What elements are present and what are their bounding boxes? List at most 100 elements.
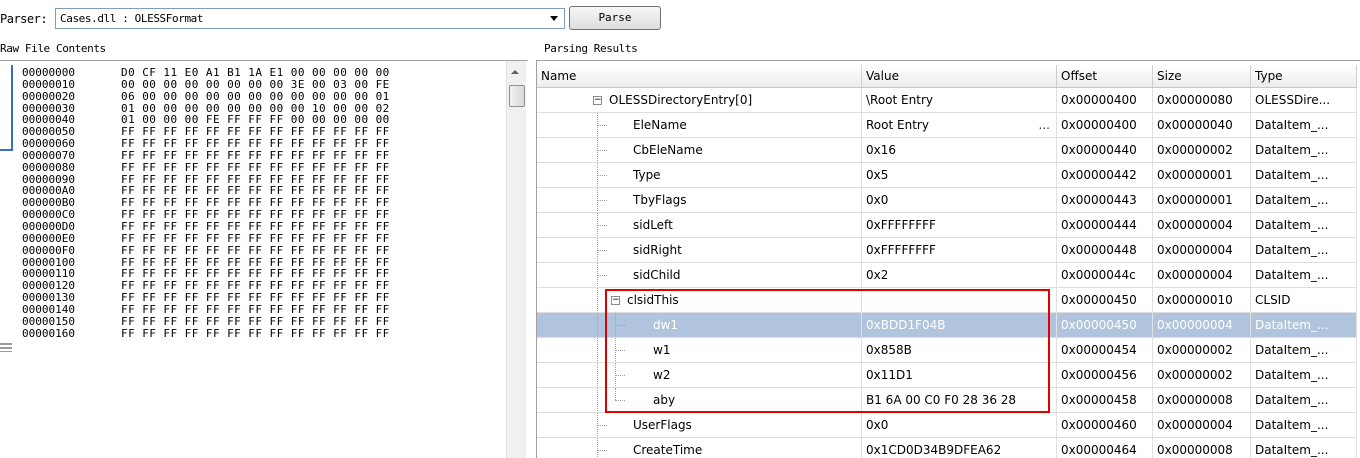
cell-type[interactable]: DataItem_... xyxy=(1251,413,1357,437)
cell-name[interactable]: − OLESSDirectoryEntry[0] xyxy=(537,88,862,112)
parse-button[interactable]: Parse xyxy=(569,6,661,30)
hex-bytes[interactable]: FF FF FF FF FF FF FF FF FF FF FF FF FF xyxy=(121,315,390,328)
cell-value[interactable]: 0x16 xyxy=(862,138,1057,162)
cell-type[interactable]: DataItem_... xyxy=(1251,338,1357,362)
cell-offset[interactable]: 0x00000444 xyxy=(1057,213,1153,237)
cell-size[interactable]: 0x00000001 xyxy=(1153,188,1251,212)
cell-value[interactable]: 0x2 xyxy=(862,263,1057,287)
tree-row[interactable]: CbEleName 0x16 0x00000440 0x00000002 DataIte… xyxy=(537,138,1357,163)
results-tree-grid[interactable]: Name Value Offset Size Type − OLESSDirect… xyxy=(536,60,1360,458)
cell-size[interactable]: 0x00000010 xyxy=(1153,288,1251,312)
hex-bytes[interactable]: FF FF FF FF FF FF FF FF FF FF FF FF FF xyxy=(121,244,390,257)
hex-row[interactable]: 00000140 FF FF FF FF FF FF FF FF FF FF FF… xyxy=(22,304,390,316)
cell-size[interactable]: 0x00000040 xyxy=(1153,113,1251,137)
cell-offset[interactable]: 0x00000464 xyxy=(1057,438,1153,458)
cell-type[interactable]: DataItem_... xyxy=(1251,388,1357,412)
parser-dropdown[interactable]: Cases.dll : OLESSFormat xyxy=(55,8,565,29)
cell-name[interactable]: aby xyxy=(537,388,862,412)
cell-offset[interactable]: 0x00000454 xyxy=(1057,338,1153,362)
hex-bytes[interactable]: FF FF FF FF FF FF FF FF FF FF FF FF FF xyxy=(121,327,390,340)
cell-name[interactable]: − clsidThis xyxy=(537,288,862,312)
tree-row[interactable]: w1 0x858B 0x00000454 0x00000002 DataItem_... xyxy=(537,338,1357,363)
cell-offset[interactable]: 0x00000400 xyxy=(1057,88,1153,112)
cell-size[interactable]: 0x00000004 xyxy=(1153,413,1251,437)
hex-bytes[interactable]: FF FF FF FF FF FF FF FF FF FF FF FF FF xyxy=(121,161,390,174)
hex-bytes[interactable]: FF FF FF FF FF FF FF FF FF FF FF FF FF xyxy=(121,304,390,316)
hex-row[interactable]: 000000E0 FF FF FF FF FF FF FF FF FF FF FF… xyxy=(22,232,390,245)
cell-value[interactable]: 0xBDD1F04B xyxy=(862,313,1057,337)
column-header-offset[interactable]: Offset xyxy=(1057,65,1153,87)
cell-size[interactable]: 0x00000008 xyxy=(1153,438,1251,458)
cell-name[interactable]: w1 xyxy=(537,338,862,362)
cell-value[interactable]: B1 6A 00 C0 F0 28 36 28 xyxy=(862,388,1057,412)
tree-row[interactable]: w2 0x11D1 0x00000456 0x00000002 DataItem_... xyxy=(537,363,1357,388)
tree-row[interactable]: sidLeft 0xFFFFFFFF 0x00000444 0x00000004 Dat… xyxy=(537,213,1357,238)
cell-size[interactable]: 0x00000002 xyxy=(1153,138,1251,162)
cell-type[interactable]: DataItem_... xyxy=(1251,213,1357,237)
cell-value[interactable]: \Root Entry xyxy=(862,88,1057,112)
hex-row[interactable]: 00000080 FF FF FF FF FF FF FF FF FF FF FF… xyxy=(22,161,390,174)
cell-type[interactable]: DataItem_... xyxy=(1251,113,1357,137)
cell-name[interactable]: CreateTime xyxy=(537,438,862,458)
cell-offset[interactable]: 0x00000450 xyxy=(1057,313,1153,337)
cell-name[interactable]: dw1 xyxy=(537,313,862,337)
cell-type[interactable]: DataItem_... xyxy=(1251,138,1357,162)
column-header-size[interactable]: Size xyxy=(1153,65,1251,87)
hex-bytes[interactable]: 06 00 00 00 00 00 00 00 00 00 00 00 01 xyxy=(121,90,390,103)
cell-type[interactable]: DataItem_... xyxy=(1251,263,1357,287)
cell-offset[interactable]: 0x00000458 xyxy=(1057,388,1153,412)
tree-row[interactable]: dw1 0xBDD1F04B 0x00000450 0x00000004 DataIte… xyxy=(537,313,1357,338)
scroll-up-icon[interactable] xyxy=(511,70,519,74)
chevron-down-icon[interactable] xyxy=(550,16,558,21)
cell-type[interactable]: DataItem_... xyxy=(1251,313,1357,337)
edit-ellipsis-button[interactable]: ... xyxy=(1039,113,1050,137)
tree-row[interactable]: UserFlags 0x0 0x00000460 0x00000004 DataItem… xyxy=(537,413,1357,438)
cell-type[interactable]: DataItem_... xyxy=(1251,163,1357,187)
cell-size[interactable]: 0x00000001 xyxy=(1153,163,1251,187)
scroll-thumb[interactable] xyxy=(509,85,525,107)
column-header-value[interactable]: Value xyxy=(862,65,1057,87)
tree-row[interactable]: EleName Root Entry... 0x00000400 0x00000040… xyxy=(537,113,1357,138)
collapse-icon[interactable]: − xyxy=(611,296,620,305)
cell-value[interactable]: 0x0 xyxy=(862,413,1057,437)
cell-offset[interactable]: 0x00000448 xyxy=(1057,238,1153,262)
hex-row[interactable]: 00000070 FF FF FF FF FF FF FF FF FF FF FF… xyxy=(22,150,390,162)
cell-value[interactable]: 0x0 xyxy=(862,188,1057,212)
tree-row[interactable]: aby B1 6A 00 C0 F0 28 36 28 0x00000458 0x00… xyxy=(537,388,1357,413)
cell-offset[interactable]: 0x00000440 xyxy=(1057,138,1153,162)
collapse-icon[interactable]: − xyxy=(593,96,602,105)
tree-row[interactable]: TbyFlags 0x0 0x00000443 0x00000001 DataItem_… xyxy=(537,188,1357,213)
cell-size[interactable]: 0x00000008 xyxy=(1153,388,1251,412)
cell-name[interactable]: UserFlags xyxy=(537,413,862,437)
cell-value[interactable] xyxy=(862,288,1057,312)
cell-type[interactable]: DataItem_... xyxy=(1251,363,1357,387)
cell-size[interactable]: 0x00000004 xyxy=(1153,238,1251,262)
cell-name[interactable]: EleName xyxy=(537,113,862,137)
cell-size[interactable]: 0x00000004 xyxy=(1153,313,1251,337)
hex-bytes[interactable]: FF FF FF FF FF FF FF FF FF FF FF FF FF xyxy=(121,150,390,162)
cell-offset[interactable]: 0x00000443 xyxy=(1057,188,1153,212)
cell-value[interactable]: 0xFFFFFFFF xyxy=(862,213,1057,237)
cell-name[interactable]: sidLeft xyxy=(537,213,862,237)
cell-name[interactable]: TbyFlags xyxy=(537,188,862,212)
cell-value[interactable]: 0x1CD0D34B9DFEA62 xyxy=(862,438,1057,458)
hex-view[interactable]: 00000000 D0 CF 11 E0 A1 B1 1A E1 00 00 00… xyxy=(0,60,528,458)
hex-scrollbar[interactable] xyxy=(506,61,526,458)
tree-row[interactable]: sidChild 0x2 0x0000044c 0x00000004 DataItem_… xyxy=(537,263,1357,288)
tree-row[interactable]: sidRight 0xFFFFFFFF 0x00000448 0x00000004 Da… xyxy=(537,238,1357,263)
cell-value[interactable]: Root Entry... xyxy=(862,113,1057,137)
hex-bytes[interactable]: FF FF FF FF FF FF FF FF FF FF FF FF FF xyxy=(121,232,390,245)
cell-offset[interactable]: 0x00000450 xyxy=(1057,288,1153,312)
cell-offset[interactable]: 0x0000044c xyxy=(1057,263,1153,287)
hex-row[interactable]: 000000F0 FF FF FF FF FF FF FF FF FF FF FF… xyxy=(22,244,390,257)
tree-row[interactable]: − OLESSDirectoryEntry[0] \Root Entry 0x0000… xyxy=(537,88,1357,113)
cell-name[interactable]: w2 xyxy=(537,363,862,387)
cell-size[interactable]: 0x00000002 xyxy=(1153,338,1251,362)
cell-type[interactable]: CLSID xyxy=(1251,288,1357,312)
cell-size[interactable]: 0x00000004 xyxy=(1153,263,1251,287)
column-header-name[interactable]: Name xyxy=(537,65,862,87)
cell-value[interactable]: 0xFFFFFFFF xyxy=(862,238,1057,262)
cell-type[interactable]: DataItem_... xyxy=(1251,238,1357,262)
cell-offset[interactable]: 0x00000456 xyxy=(1057,363,1153,387)
splitter-grip-icon[interactable] xyxy=(0,343,12,352)
